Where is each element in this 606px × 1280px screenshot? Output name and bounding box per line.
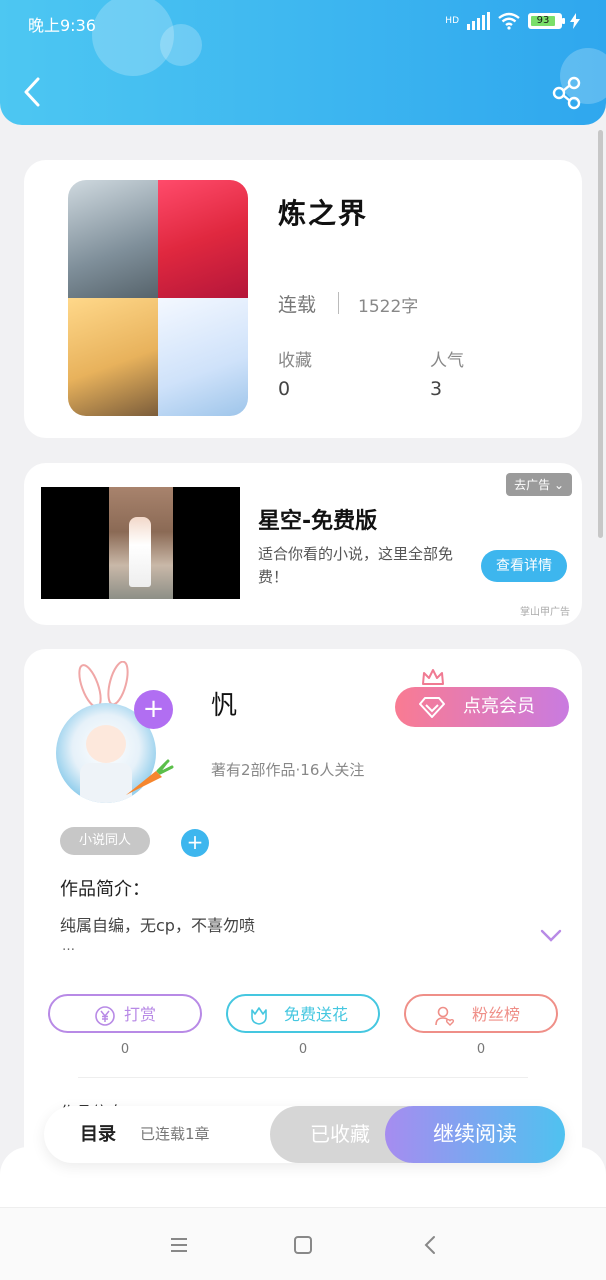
- ad-title: 星空-免费版: [258, 509, 378, 534]
- yen-icon: [95, 1006, 115, 1026]
- favorites-value: 0: [278, 378, 291, 400]
- cover-image-3: [68, 298, 158, 416]
- fan-ranking-label: 粉丝榜: [472, 1005, 521, 1024]
- flower-icon: [251, 1007, 267, 1025]
- home-square-icon: [294, 1236, 312, 1254]
- diamond-icon: [419, 697, 445, 718]
- follow-add-button[interactable]: +: [134, 690, 173, 729]
- cover-image-4: [158, 298, 248, 416]
- status-icons: HD 93: [445, 12, 580, 30]
- popularity-value: 3: [430, 378, 443, 400]
- status-time: 晚上9:36: [28, 16, 96, 35]
- fan-count: 0: [476, 1042, 486, 1057]
- home-button[interactable]: [288, 1230, 318, 1260]
- intro-title: 作品简介：: [60, 879, 150, 900]
- book-title: 炼之界: [278, 197, 369, 230]
- word-count: 1522字: [358, 297, 419, 317]
- header: 晚上9:36 HD 93: [0, 0, 606, 125]
- remove-ad-label: 去广告: [514, 478, 551, 492]
- author-name: 忛: [211, 691, 238, 721]
- favorites-label: 收藏: [278, 351, 312, 371]
- book-info-card: 炼之界 连载 1522字 收藏 0 人气 3: [24, 160, 582, 438]
- crown-icon: [422, 669, 444, 685]
- book-cover[interactable]: [68, 180, 248, 416]
- menu-icon: [171, 1238, 187, 1252]
- author-meta: 著有2部作品·16人关注: [211, 761, 365, 779]
- share-icon: [552, 76, 581, 110]
- flower-count: 0: [298, 1042, 308, 1057]
- ad-source: 掌山甲广告: [520, 607, 570, 618]
- reading-action-bar: 目录 已连载1章 已收藏 继续阅读: [44, 1106, 565, 1163]
- divider: [338, 292, 339, 314]
- popularity-label: 人气: [430, 351, 464, 371]
- wifi-icon: [498, 12, 520, 30]
- remove-ad-button[interactable]: 去广告 ⌄: [506, 473, 572, 496]
- send-flower-label: 免费送花: [284, 1005, 349, 1024]
- cover-image-1: [68, 180, 158, 298]
- vip-button[interactable]: 点亮会员: [395, 687, 569, 727]
- chevron-down-icon[interactable]: [540, 929, 562, 943]
- user-heart-icon: [435, 1006, 455, 1026]
- toc-button[interactable]: 目录: [80, 1106, 116, 1163]
- ad-card[interactable]: 去广告 ⌄ 星空-免费版 适合你看的小说，这里全部免费！ 查看详情 掌山甲广告: [24, 463, 582, 625]
- tip-count: 0: [120, 1042, 130, 1057]
- fan-ranking-button[interactable]: 粉丝榜: [404, 994, 558, 1033]
- ad-image[interactable]: [41, 487, 240, 599]
- intro-ellipsis: …: [62, 939, 75, 954]
- battery-icon: 93: [528, 13, 565, 29]
- signal-icon: [467, 12, 490, 30]
- back-arrow-icon: [24, 77, 40, 107]
- nav-back-button[interactable]: [416, 1230, 446, 1260]
- decor-bubble: [160, 24, 202, 66]
- network-label: HD: [445, 16, 459, 26]
- author-card: + 忛 著有2部作品·16人关注 点亮会员 小说同人 + 作品简介： 纯属自编，…: [24, 649, 582, 1179]
- cover-image-2: [158, 180, 248, 298]
- continue-reading-button[interactable]: 继续阅读: [385, 1106, 565, 1163]
- send-flower-button[interactable]: 免费送花: [226, 994, 380, 1033]
- menu-button[interactable]: [164, 1230, 194, 1260]
- tip-button[interactable]: 打赏: [48, 994, 202, 1033]
- share-button[interactable]: [550, 74, 584, 110]
- back-button[interactable]: [18, 74, 48, 110]
- add-tag-button[interactable]: +: [181, 829, 209, 857]
- chevron-down-icon: ⌄: [553, 478, 564, 492]
- ad-description: 适合你看的小说，这里全部免费！: [258, 545, 454, 586]
- battery-level: 93: [531, 16, 555, 26]
- ad-figure: [129, 517, 151, 587]
- scrollbar[interactable]: [598, 130, 603, 538]
- carrot-icon: [126, 759, 174, 795]
- tip-label: 打赏: [124, 1005, 157, 1024]
- genre-tag[interactable]: 小说同人: [60, 827, 150, 855]
- system-nav-bar: [0, 1207, 606, 1280]
- charging-icon: [570, 13, 580, 29]
- vip-label: 点亮会员: [463, 696, 535, 717]
- avatar-face: [86, 725, 126, 763]
- intro-text: 纯属自编，无cp，不喜勿喷: [60, 916, 255, 935]
- ad-details-button[interactable]: 查看详情: [481, 550, 567, 582]
- chapter-count: 已连载1章: [140, 1125, 210, 1143]
- book-status: 连载: [278, 294, 317, 316]
- divider: [78, 1077, 528, 1078]
- back-arrow-icon: [424, 1236, 435, 1254]
